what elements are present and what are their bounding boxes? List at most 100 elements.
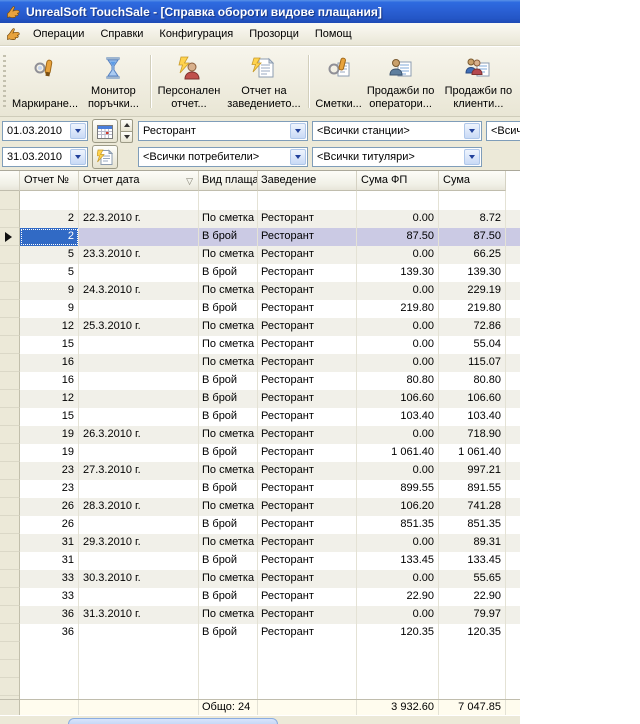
cell-sum[interactable]: 89.31 — [439, 534, 506, 552]
table-row[interactable]: 222.3.2010 г.По сметкаРесторант0.008.72 — [0, 210, 520, 228]
cell-report-date[interactable]: 29.3.2010 г. — [79, 534, 199, 552]
cell-venue[interactable]: Ресторант — [258, 426, 357, 444]
cell-report-number[interactable]: 36 — [20, 624, 79, 642]
cell-payment-type[interactable]: По сметка — [199, 534, 258, 552]
chevron-down-icon[interactable] — [464, 123, 480, 139]
toolbar-accounts-button[interactable]: Сметки... — [313, 50, 365, 113]
cell-venue[interactable]: Ресторант — [258, 390, 357, 408]
toolbar-venue-report-button[interactable]: Отчет на заведението... — [223, 50, 304, 113]
table-row[interactable]: 12В бройРесторант106.60106.60 — [0, 390, 520, 408]
cell-report-date[interactable]: 23.3.2010 г. — [79, 246, 199, 264]
table-row[interactable]: 16По сметкаРесторант0.00115.07 — [0, 354, 520, 372]
table-row[interactable]: 23В бройРесторант899.55891.55 — [0, 480, 520, 498]
cell-report-number[interactable]: 15 — [20, 408, 79, 426]
menu-reports[interactable]: Справки — [92, 24, 151, 44]
cell-sum[interactable]: 741.28 — [439, 498, 506, 516]
cell-sum-fp[interactable]: 851.35 — [357, 516, 439, 534]
cell-report-number[interactable]: 15 — [20, 336, 79, 354]
table-row[interactable]: 2В бройРесторант87.5087.50 — [0, 228, 520, 246]
cell-report-number[interactable]: 31 — [20, 552, 79, 570]
cell-sum-fp[interactable]: 0.00 — [357, 336, 439, 354]
table-row[interactable]: 2628.3.2010 г.По сметкаРесторант106.2074… — [0, 498, 520, 516]
cell-report-date[interactable]: 27.3.2010 г. — [79, 462, 199, 480]
cell-report-date[interactable] — [79, 336, 199, 354]
cell-report-date[interactable] — [79, 480, 199, 498]
cell-venue[interactable]: Ресторант — [258, 534, 357, 552]
cell-venue[interactable]: Ресторант — [258, 462, 357, 480]
table-row[interactable]: 1926.3.2010 г.По сметкаРесторант0.00718.… — [0, 426, 520, 444]
cell-report-number[interactable]: 33 — [20, 570, 79, 588]
cell-report-number[interactable]: 12 — [20, 390, 79, 408]
column-header-sum-fp[interactable]: Сума ФП — [357, 171, 439, 191]
toolbar-sales-by-operators-button[interactable]: Продажби по оператори... — [365, 50, 437, 113]
cell-payment-type[interactable]: По сметка — [199, 426, 258, 444]
stations-combo[interactable]: <Всички станции> — [312, 121, 482, 141]
cell-report-number[interactable]: 2 — [20, 210, 79, 228]
table-row[interactable]: 2327.3.2010 г.По сметкаРесторант0.00997.… — [0, 462, 520, 480]
cell-sum[interactable]: 22.90 — [439, 588, 506, 606]
cell-report-date[interactable]: 24.3.2010 г. — [79, 282, 199, 300]
table-row[interactable]: 26В бройРесторант851.35851.35 — [0, 516, 520, 534]
cell-report-date[interactable] — [79, 354, 199, 372]
cell-sum[interactable]: 72.86 — [439, 318, 506, 336]
cell-report-date[interactable] — [79, 372, 199, 390]
menu-windows[interactable]: Прозорци — [241, 24, 307, 44]
cell-sum[interactable]: 106.60 — [439, 390, 506, 408]
cell-report-date[interactable]: 25.3.2010 г. — [79, 318, 199, 336]
cell-sum[interactable]: 139.30 — [439, 264, 506, 282]
cell-report-date[interactable]: 22.3.2010 г. — [79, 210, 199, 228]
cell-venue[interactable]: Ресторант — [258, 606, 357, 624]
cell-payment-type[interactable]: В брой — [199, 588, 258, 606]
cell-report-number[interactable]: 31 — [20, 534, 79, 552]
cell-report-date[interactable] — [79, 444, 199, 462]
toolbar-sales-by-clients-button[interactable]: Продажби по клиенти... — [437, 50, 520, 113]
cell-sum-fp[interactable]: 133.45 — [357, 552, 439, 570]
cell-sum[interactable]: 66.25 — [439, 246, 506, 264]
column-header-payment-type[interactable]: Вид плащане — [199, 171, 258, 191]
toolbar-marking-button[interactable]: Маркиране... — [10, 50, 80, 113]
table-row[interactable]: 15По сметкаРесторант0.0055.04 — [0, 336, 520, 354]
cell-sum[interactable]: 229.19 — [439, 282, 506, 300]
cell-venue[interactable]: Ресторант — [258, 246, 357, 264]
cell-payment-type[interactable]: По сметка — [199, 462, 258, 480]
table-row[interactable]: 16В бройРесторант80.8080.80 — [0, 372, 520, 390]
date-from-combo[interactable]: 01.03.2010 — [2, 121, 88, 141]
column-header-venue[interactable]: Заведение — [258, 171, 357, 191]
cell-report-number[interactable]: 23 — [20, 480, 79, 498]
cell-payment-type[interactable]: По сметка — [199, 210, 258, 228]
cell-venue[interactable]: Ресторант — [258, 408, 357, 426]
cell-sum[interactable]: 103.40 — [439, 408, 506, 426]
cell-report-date[interactable] — [79, 300, 199, 318]
menu-operations[interactable]: Операции — [25, 24, 92, 44]
cell-report-number[interactable]: 16 — [20, 372, 79, 390]
cell-report-number[interactable]: 19 — [20, 444, 79, 462]
table-row[interactable]: 3631.3.2010 г.По сметкаРесторант0.0079.9… — [0, 606, 520, 624]
chevron-down-icon[interactable] — [290, 123, 306, 139]
chevron-down-icon[interactable] — [70, 123, 86, 139]
cell-report-date[interactable]: 30.3.2010 г. — [79, 570, 199, 588]
cell-report-date[interactable] — [79, 588, 199, 606]
cell-venue[interactable]: Ресторант — [258, 354, 357, 372]
table-row[interactable]: 15В бройРесторант103.40103.40 — [0, 408, 520, 426]
cell-sum-fp[interactable]: 0.00 — [357, 534, 439, 552]
cell-sum-fp[interactable]: 1 061.40 — [357, 444, 439, 462]
horizontal-scrollbar[interactable] — [0, 715, 520, 724]
cell-report-number[interactable]: 26 — [20, 516, 79, 534]
table-row[interactable]: 33В бройРесторант22.9022.90 — [0, 588, 520, 606]
table-row[interactable]: 36В бройРесторант120.35120.35 — [0, 624, 520, 642]
venue-combo[interactable]: Ресторант — [138, 121, 308, 141]
table-row[interactable]: 3129.3.2010 г.По сметкаРесторант0.0089.3… — [0, 534, 520, 552]
cell-venue[interactable]: Ресторант — [258, 588, 357, 606]
users-combo[interactable]: <Всички потребители> — [138, 147, 308, 167]
cell-sum-fp[interactable]: 139.30 — [357, 264, 439, 282]
cell-payment-type[interactable]: По сметка — [199, 336, 258, 354]
cell-payment-type[interactable]: По сметка — [199, 318, 258, 336]
cell-report-number[interactable]: 33 — [20, 588, 79, 606]
cell-report-date[interactable]: 26.3.2010 г. — [79, 426, 199, 444]
cell-report-number[interactable]: 23 — [20, 462, 79, 480]
table-row[interactable]: 1225.3.2010 г.По сметкаРесторант0.0072.8… — [0, 318, 520, 336]
cell-report-date[interactable] — [79, 624, 199, 642]
cell-sum-fp[interactable]: 0.00 — [357, 462, 439, 480]
cell-venue[interactable]: Ресторант — [258, 498, 357, 516]
cell-report-date[interactable] — [79, 516, 199, 534]
